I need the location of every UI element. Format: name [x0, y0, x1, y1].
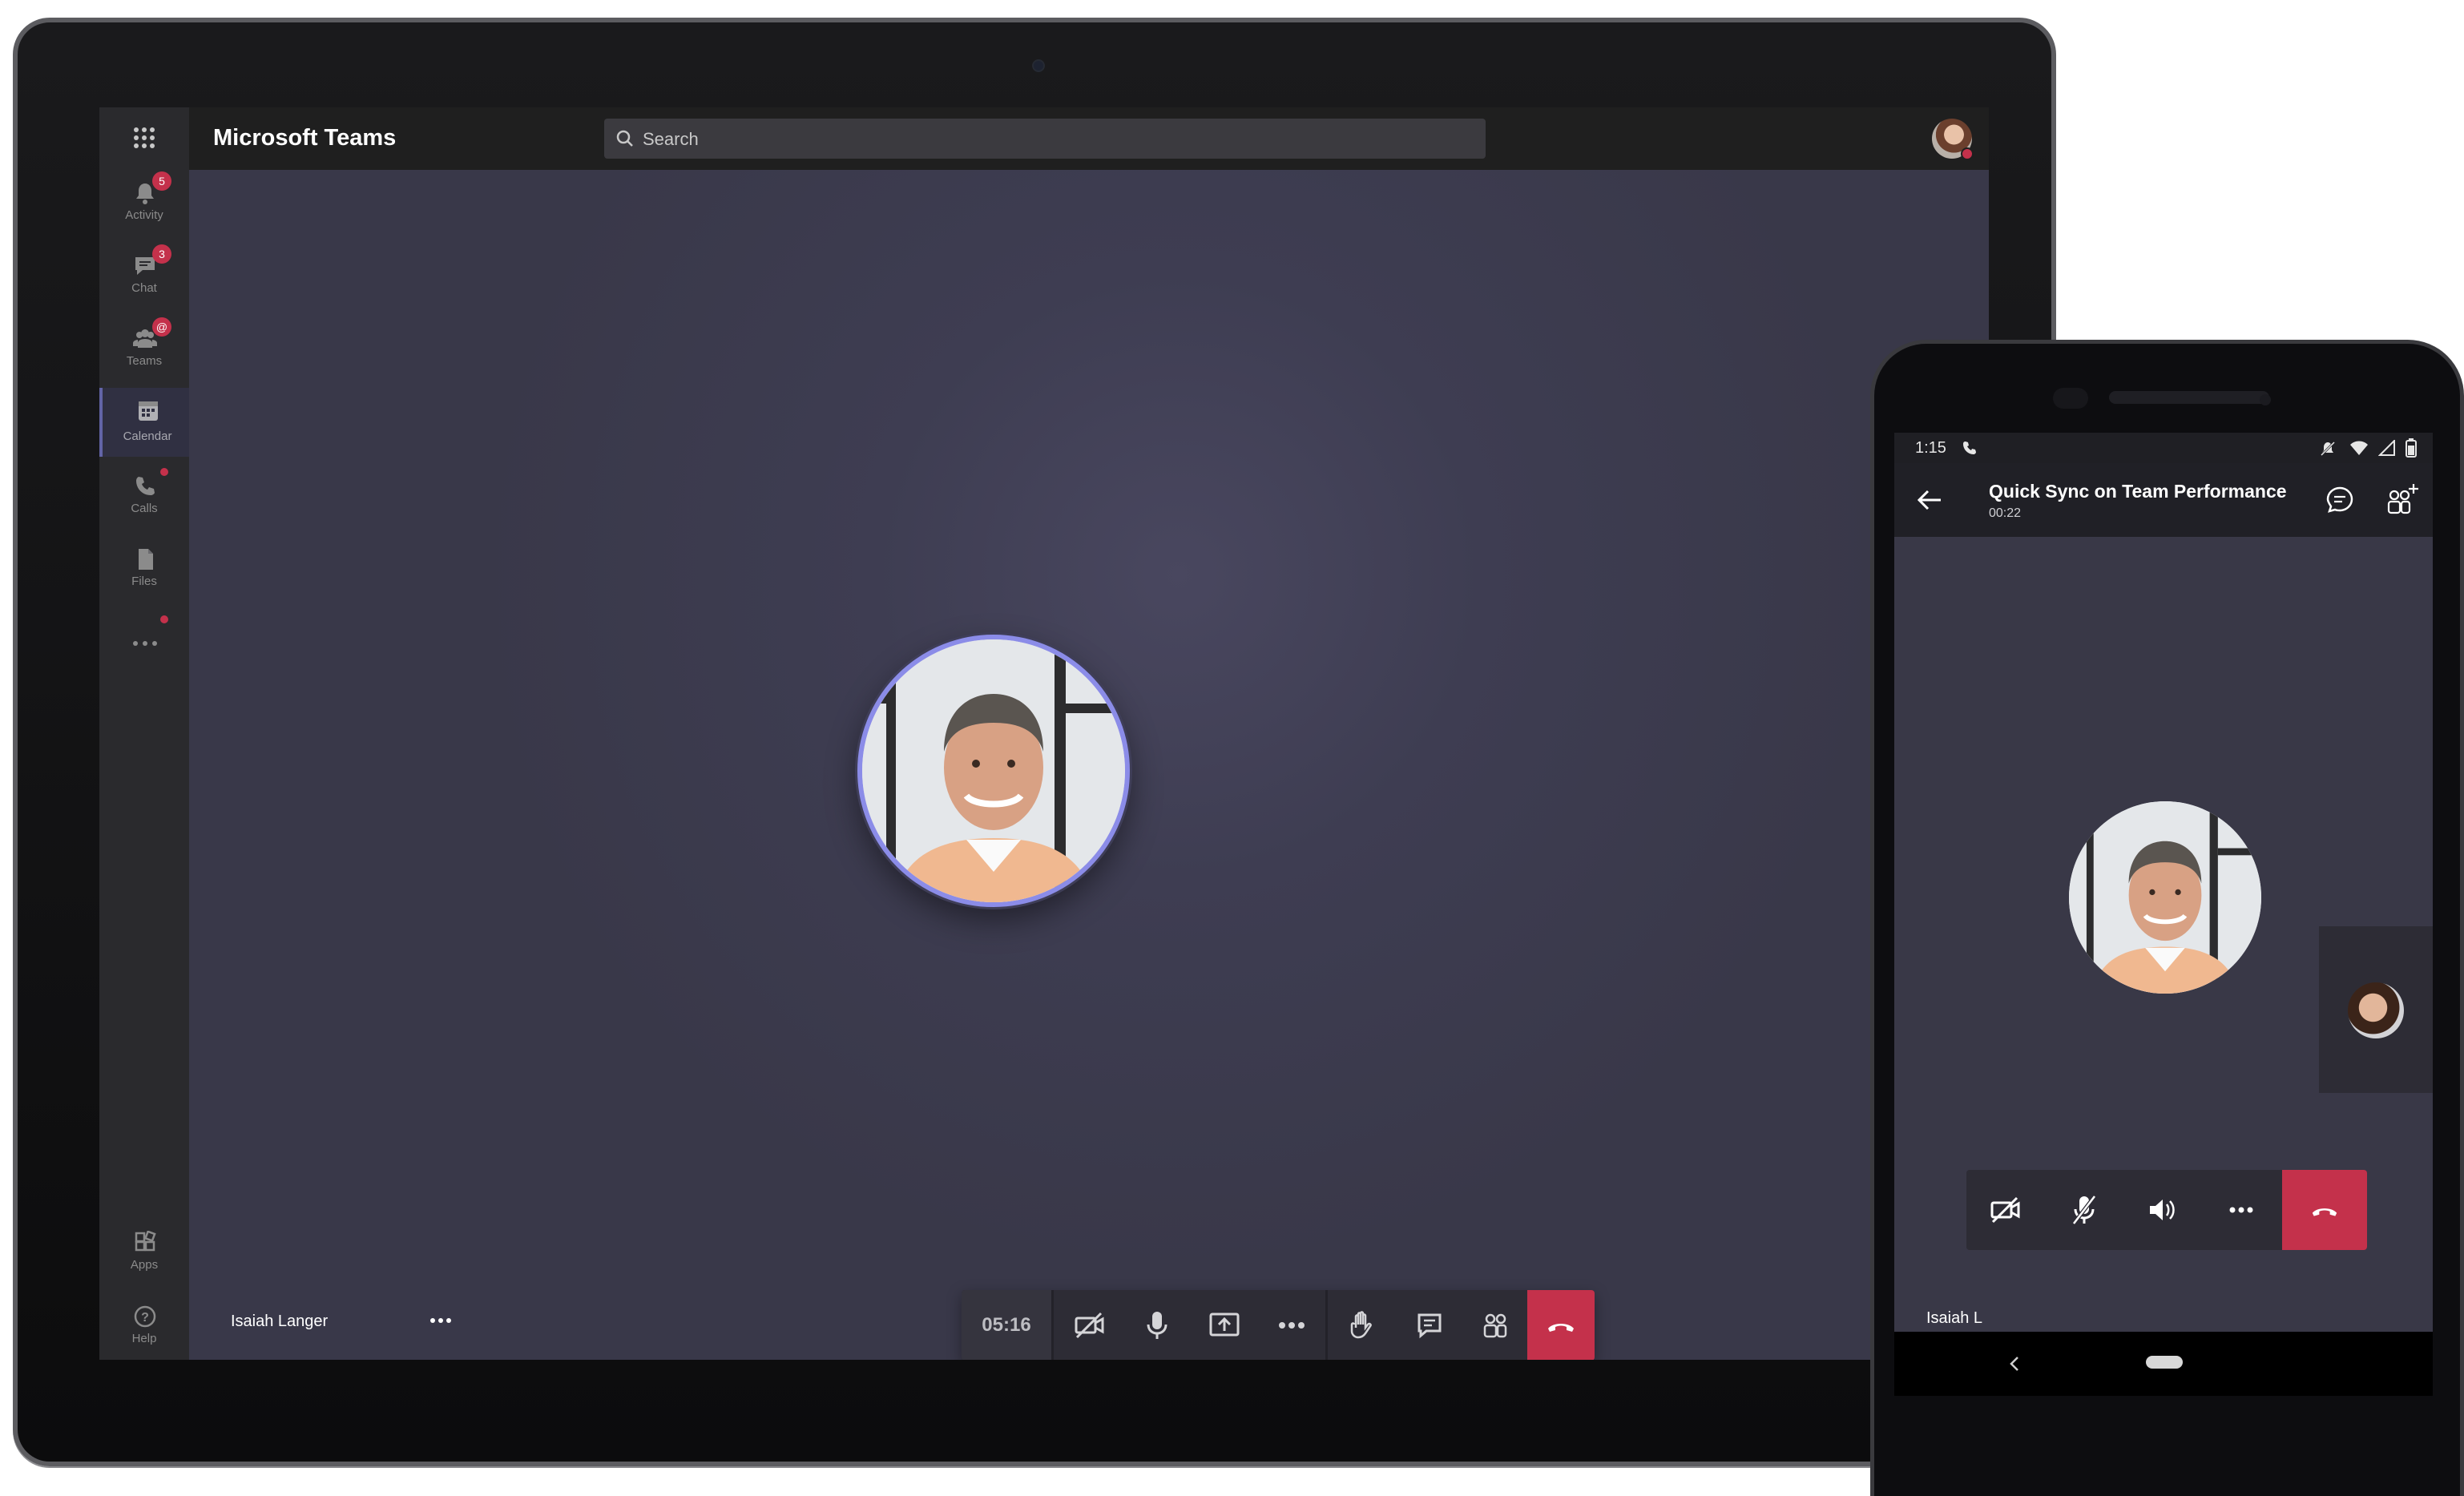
rail-label: Files	[131, 575, 157, 588]
activity-badge: 5	[152, 171, 171, 191]
rail-label: Activity	[125, 208, 163, 222]
phone-participant-name: Isaiah L	[1926, 1309, 1983, 1327]
rail-item-files[interactable]: Files	[99, 538, 189, 602]
more-apps-icon[interactable]	[131, 639, 159, 647]
phone-front-camera	[2053, 388, 2088, 409]
phone-sensor	[2260, 394, 2271, 405]
search-icon	[615, 129, 635, 148]
wifi-icon	[2349, 440, 2369, 458]
search-placeholder: Search	[643, 129, 699, 149]
help-icon: ?	[131, 1304, 159, 1329]
call-stage: 05:16 Isaiah Langer	[189, 170, 1989, 1360]
svg-text:?: ?	[141, 1311, 149, 1325]
self-avatar	[2348, 982, 2404, 1038]
more-icon	[2229, 1207, 2253, 1213]
raise-hand-button[interactable]	[1329, 1290, 1396, 1360]
search-input[interactable]: Search	[604, 119, 1486, 159]
camera-off-icon	[1075, 1312, 1104, 1339]
nav-home-pill[interactable]	[2146, 1356, 2183, 1369]
rail-item-calendar[interactable]: Calendar	[99, 388, 189, 457]
microphone-icon	[1147, 1312, 1167, 1339]
meeting-chat-icon[interactable]	[2324, 484, 2356, 516]
participants-button[interactable]	[1462, 1290, 1529, 1360]
nav-back-icon[interactable]	[2006, 1353, 2022, 1375]
hang-up-icon	[2312, 1208, 2337, 1216]
phone-call-controls	[1966, 1170, 2367, 1250]
app-rail: 5 Activity 3 Chat @ Teams Calendar Calls…	[99, 107, 189, 1360]
more-actions-button[interactable]	[1258, 1290, 1325, 1360]
rail-label: Apps	[130, 1258, 159, 1272]
meeting-header: Quick Sync on Team Performance 00:22	[1894, 463, 2433, 537]
back-arrow-icon[interactable]	[1915, 487, 1944, 513]
chat-bubble-icon	[1418, 1313, 1442, 1339]
more-apps-dot	[160, 615, 168, 623]
rail-item-chat[interactable]: 3 Chat	[99, 244, 189, 308]
phone-more-button[interactable]	[2202, 1170, 2281, 1250]
app-title: Microsoft Teams	[213, 125, 397, 151]
rail-label: Calendar	[123, 429, 172, 443]
rail-item-activity[interactable]: 5 Activity	[99, 171, 189, 236]
phone-icon	[131, 474, 159, 498]
speaker-icon	[2150, 1200, 2175, 1220]
divider	[1051, 1290, 1054, 1360]
rail-item-apps[interactable]: Apps	[99, 1221, 189, 1285]
share-screen-button[interactable]	[1191, 1290, 1258, 1360]
chat-button[interactable]	[1396, 1290, 1463, 1360]
calendar-icon	[135, 399, 162, 423]
cell-signal-icon	[2378, 440, 2396, 458]
android-nav-bar	[1894, 1332, 2433, 1396]
phone-mute-button[interactable]	[2045, 1170, 2123, 1250]
rail-item-help[interactable]: ? Help	[99, 1295, 189, 1359]
apps-icon	[131, 1231, 159, 1255]
hang-up-icon	[1548, 1324, 1574, 1332]
phone-speaker	[2109, 391, 2269, 404]
phone-speaker-button[interactable]	[2123, 1170, 2202, 1250]
status-time: 1:15	[1915, 439, 1946, 457]
file-icon	[131, 547, 159, 571]
participant-avatar	[857, 635, 1130, 907]
self-view-tile[interactable]	[2319, 926, 2433, 1093]
phone-hang-up-button[interactable]	[2282, 1170, 2367, 1250]
calls-dot	[160, 468, 168, 476]
presence-busy-icon	[1961, 147, 1974, 160]
teams-window: 5 Activity 3 Chat @ Teams Calendar Calls…	[99, 107, 1989, 1360]
participant-more-icon[interactable]	[429, 1317, 452, 1325]
phone-participant-avatar	[2069, 801, 2261, 994]
call-timer: 05:16	[962, 1290, 1051, 1360]
divider	[1325, 1290, 1328, 1360]
microphone-button[interactable]	[1123, 1290, 1191, 1360]
rail-label: Chat	[131, 281, 157, 295]
rail-label: Calls	[131, 502, 158, 515]
microphone-off-icon	[2072, 1195, 2096, 1225]
participants-icon	[1483, 1313, 1507, 1338]
camera-off-icon	[1990, 1196, 2020, 1224]
meeting-title: Quick Sync on Team Performance	[1989, 481, 2287, 502]
participant-name: Isaiah Langer	[231, 1313, 329, 1330]
add-participants-icon[interactable]	[2385, 482, 2420, 518]
phone-screen: 1:15 Quick Sync on Team Performance 00:2…	[1894, 433, 2433, 1396]
meeting-duration: 00:22	[1989, 506, 2022, 520]
rail-label: Help	[131, 1332, 157, 1345]
rail-label: Teams	[126, 354, 163, 368]
status-bar: 1:15	[1894, 433, 2433, 463]
hand-icon	[1350, 1311, 1372, 1339]
phone-camera-off-button[interactable]	[1966, 1170, 2045, 1250]
rail-item-teams[interactable]: @ Teams	[99, 317, 189, 381]
rail-item-calls[interactable]: Calls	[99, 465, 189, 529]
tablet-camera	[1032, 59, 1045, 72]
mute-notifications-icon	[2319, 440, 2337, 458]
chat-badge: 3	[152, 244, 171, 264]
teams-badge: @	[152, 317, 171, 337]
call-controls-bar: 05:16	[962, 1290, 1595, 1360]
call-active-icon	[1962, 440, 1979, 458]
camera-off-button[interactable]	[1056, 1290, 1123, 1360]
title-bar: Microsoft Teams Search	[189, 107, 1989, 170]
more-icon	[1279, 1322, 1305, 1329]
hang-up-button[interactable]	[1527, 1290, 1595, 1360]
share-screen-icon	[1209, 1313, 1240, 1337]
battery-icon	[2406, 438, 2417, 458]
app-launcher-icon[interactable]	[133, 127, 155, 149]
